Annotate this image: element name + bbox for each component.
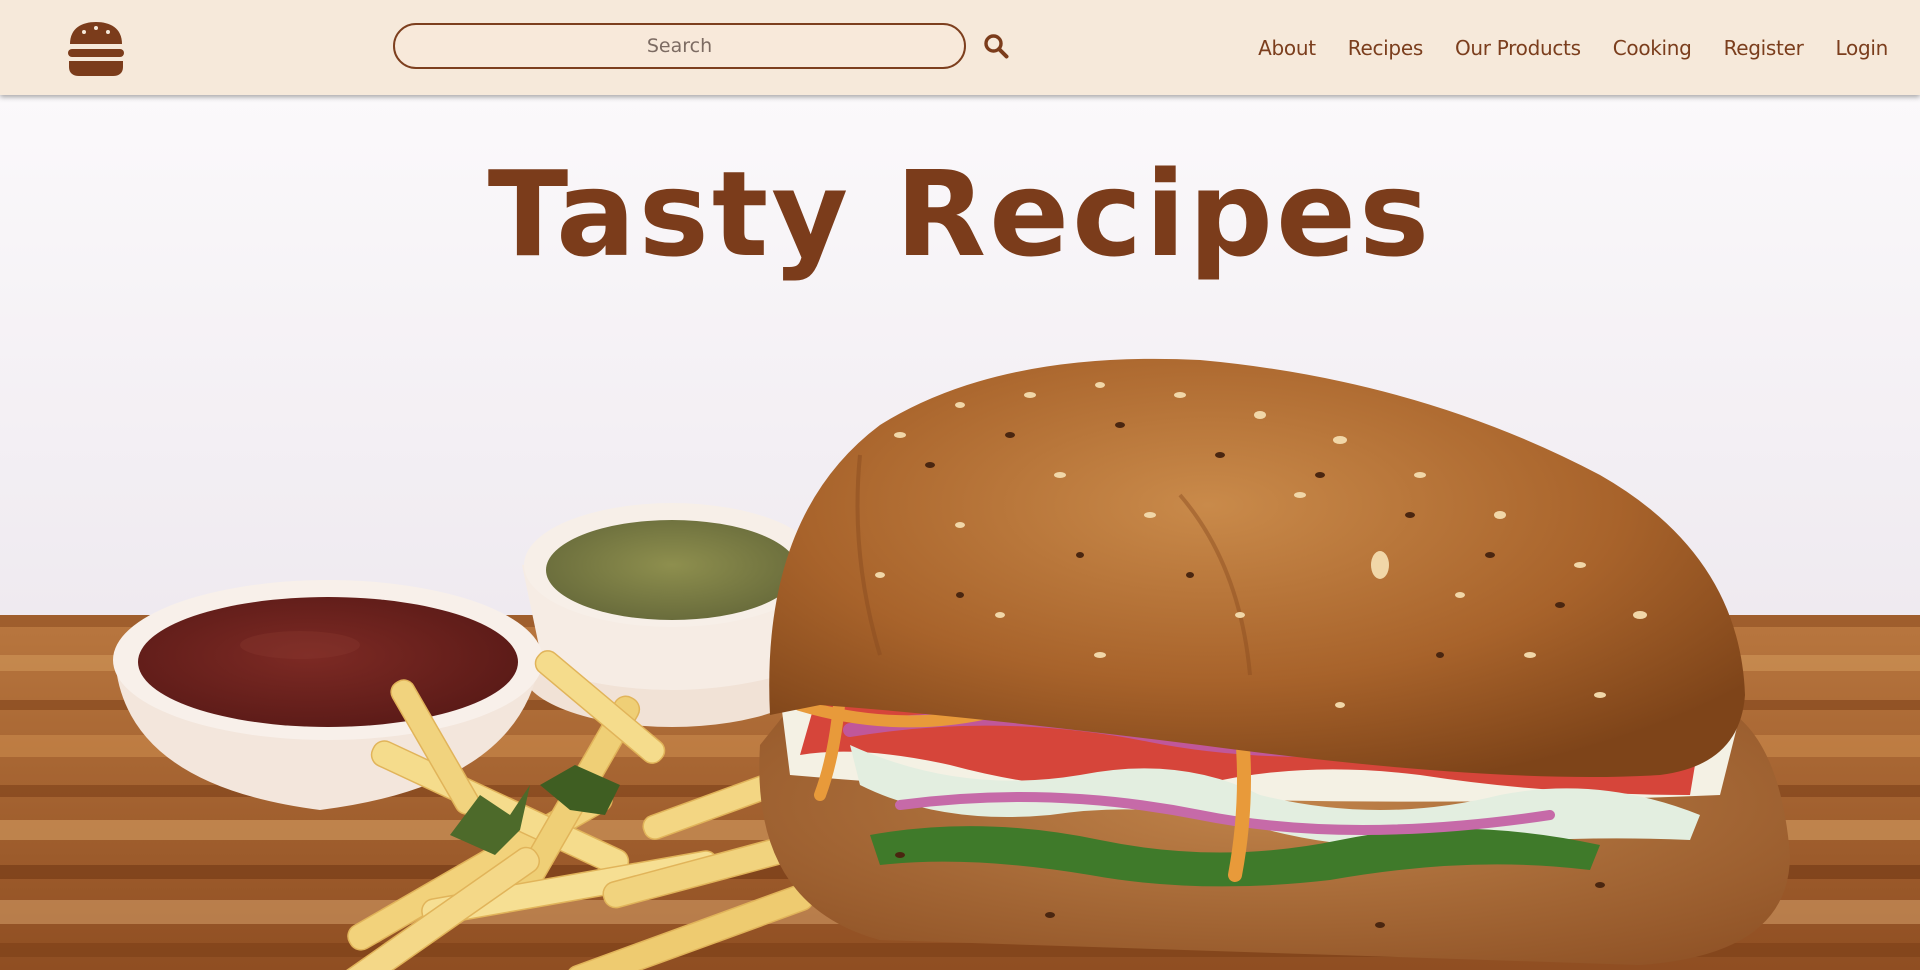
hero-section: Tasty Recipes [0,95,1920,970]
search-input[interactable] [393,23,966,69]
hero-title: Tasty Recipes [487,145,1433,283]
nav-register[interactable]: Register [1724,34,1804,62]
nav-about[interactable]: About [1258,34,1316,62]
search-icon[interactable] [983,33,1009,59]
top-navbar: About Recipes Our Products Cooking Regis… [0,0,1920,95]
nav-recipes[interactable]: Recipes [1348,34,1423,62]
nav-our-products[interactable]: Our Products [1455,34,1581,62]
nav-cooking[interactable]: Cooking [1613,34,1692,62]
main-nav: About Recipes Our Products Cooking Regis… [1226,34,1888,62]
nav-login[interactable]: Login [1836,34,1889,62]
burger-icon[interactable] [66,20,126,77]
search-bar [393,23,966,69]
